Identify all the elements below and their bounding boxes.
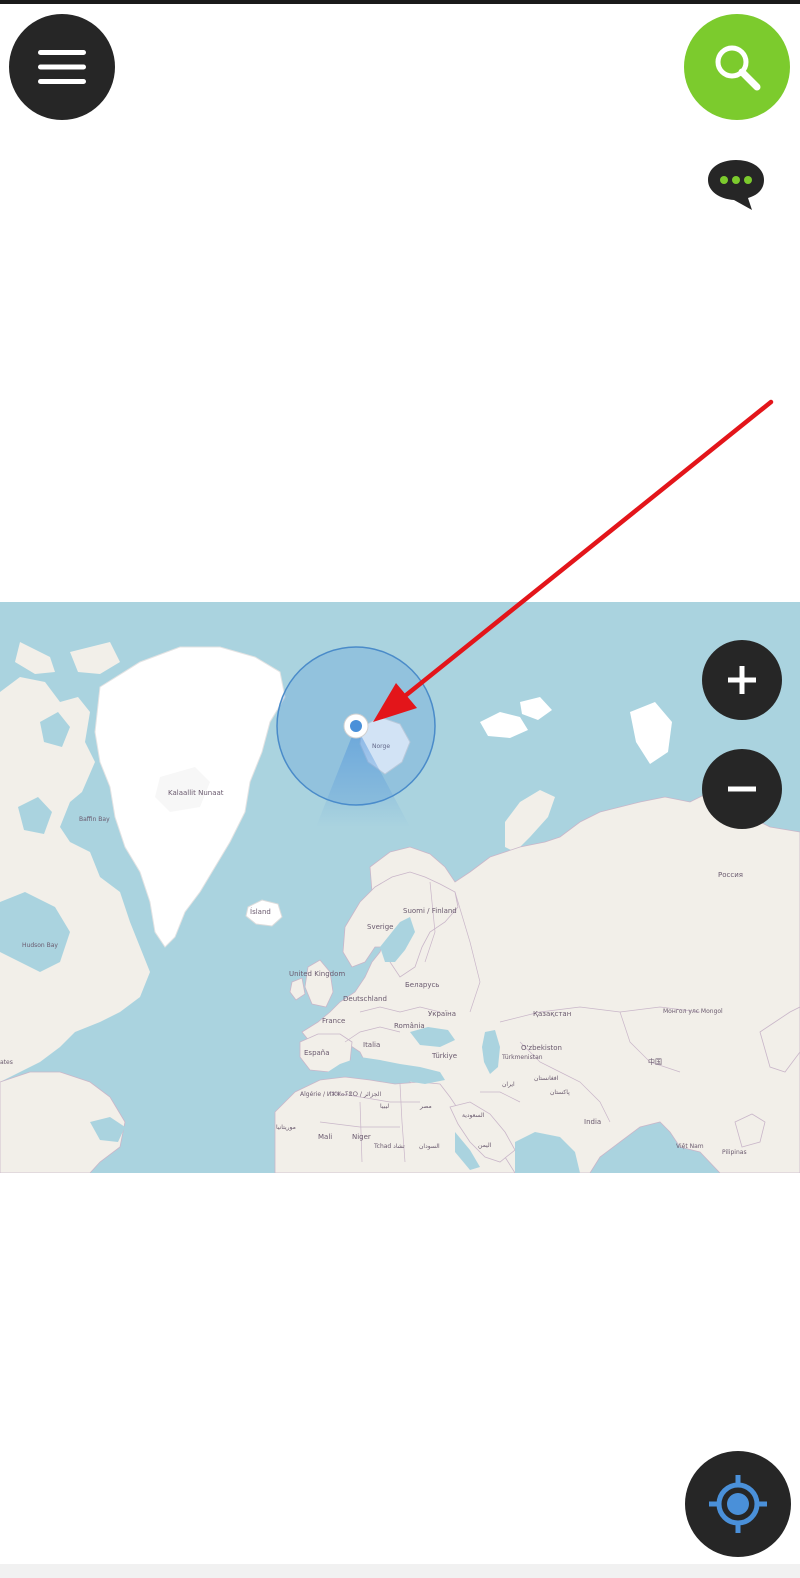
search-icon (715, 45, 761, 91)
locate-me-button[interactable] (685, 1451, 791, 1557)
label-niger: Niger (352, 1133, 371, 1141)
label-saudi: السعودية (462, 1112, 485, 1119)
label-hudson-bay: Hudson Bay (22, 942, 58, 949)
label-turkiye: Türkiye (431, 1052, 457, 1060)
label-vietnam: Việt Nam (676, 1143, 704, 1150)
label-yemen: اليمن (478, 1142, 492, 1149)
chat-button[interactable] (706, 156, 768, 212)
map-view[interactable]: Kalaallit Nunaat Ísland Россия Sverige S… (0, 602, 800, 1173)
locate-target-icon (709, 1475, 767, 1533)
label-france: France (322, 1017, 345, 1025)
label-greenland-1: Kalaallit Nunaat (168, 789, 224, 797)
status-bar-edge (0, 0, 800, 4)
label-russia: Россия (718, 871, 743, 879)
app-screen: Kalaallit Nunaat Ísland Россия Sverige S… (0, 0, 800, 1578)
label-sverige: Sverige (367, 923, 393, 931)
label-sudan: السودان (419, 1143, 440, 1150)
search-button[interactable] (684, 14, 790, 120)
label-mali: Mali (318, 1133, 332, 1141)
label-pakistan: پاکستان (550, 1089, 570, 1096)
menu-icon (38, 50, 86, 84)
label-mongolia: Монгол улс Mongol (663, 1008, 723, 1015)
label-afghanistan: افغانستان (534, 1075, 559, 1082)
label-algerie: Algérie / ⵍⵣⵣⴰⵢⴻⵔ / الجزائر (300, 1091, 381, 1098)
label-uk: United Kingdom (289, 970, 345, 978)
map-tiles[interactable]: Kalaallit Nunaat Ísland Россия Sverige S… (0, 602, 800, 1173)
label-tchad: Tchad تشاد (373, 1143, 405, 1150)
nav-bar-edge (0, 1564, 800, 1578)
label-espana: España (304, 1049, 330, 1057)
menu-button[interactable] (9, 14, 115, 120)
label-baffin-bay: Baffin Bay (79, 816, 110, 823)
label-suomi: Suomi / Finland (403, 907, 457, 915)
label-china: 中国 (648, 1057, 662, 1066)
label-iran: ایران (502, 1081, 515, 1088)
label-india: India (584, 1118, 601, 1126)
zoom-out-button[interactable] (702, 749, 782, 829)
label-kazakhstan: Қазақстан (533, 1010, 571, 1018)
label-philippines: Pilipinas (722, 1149, 747, 1156)
label-italia: Italia (363, 1041, 380, 1049)
plus-icon (728, 666, 756, 694)
location-marker-dot (350, 720, 362, 732)
label-egypt: مصر (419, 1103, 432, 1110)
label-uzbekistan: O'zbekiston (521, 1044, 562, 1052)
label-belarus: Беларусь (405, 981, 439, 989)
label-deutschland: Deutschland (343, 995, 387, 1003)
label-libya: ليبيا (380, 1103, 389, 1110)
label-mauritania: موريتانيا (276, 1124, 296, 1131)
zoom-in-button[interactable] (702, 640, 782, 720)
label-iceland: Ísland (250, 907, 271, 916)
minus-icon (728, 786, 756, 792)
label-turkmenistan: Türkmenistan (501, 1054, 543, 1061)
chat-bubble-icon (708, 160, 764, 210)
label-states: ates (0, 1059, 13, 1066)
label-ukraine: Україна (428, 1010, 456, 1018)
label-romania: România (394, 1022, 425, 1030)
